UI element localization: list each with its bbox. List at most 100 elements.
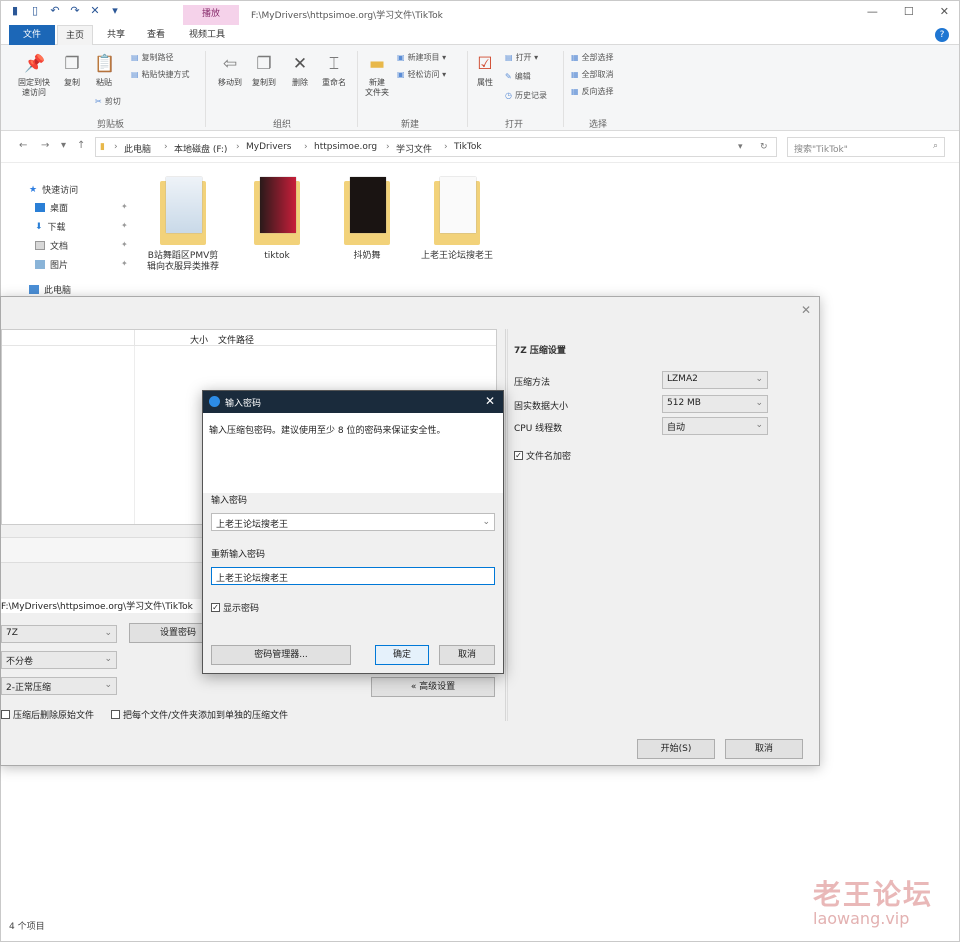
delete-button[interactable]: ✕ 删除 bbox=[285, 53, 315, 88]
edit-button[interactable]: ✎ 编辑 bbox=[505, 72, 531, 82]
password-value: 上老王论坛搜老王 bbox=[216, 574, 289, 584]
tab-share[interactable]: 共享 bbox=[99, 25, 133, 45]
column-size[interactable]: 大小 bbox=[190, 333, 208, 346]
dict-label: 固实数据大小 bbox=[514, 402, 569, 412]
encrypt-names-checkbox[interactable]: ✓ 文件名加密 bbox=[514, 449, 571, 462]
move-to-button[interactable]: ⇦ 移动到 bbox=[213, 53, 247, 88]
chevron-down-icon[interactable]: ▾ bbox=[738, 142, 743, 152]
cut-label: 剪切 bbox=[104, 97, 121, 106]
redo-icon[interactable]: ↷ bbox=[69, 5, 81, 17]
set-password-button[interactable]: 设置密码 bbox=[129, 623, 203, 643]
copy-button[interactable]: ❐ 复制 bbox=[59, 53, 85, 88]
properties-button[interactable]: ☑ 属性 bbox=[471, 53, 499, 88]
folder-item[interactable]: 抖奶舞 bbox=[331, 177, 403, 262]
reenter-password-input[interactable]: 上老王论坛搜老王 bbox=[211, 567, 495, 585]
password-input[interactable]: 上老王论坛搜老王 ⌄ bbox=[211, 513, 495, 531]
desktop-icon bbox=[35, 203, 45, 212]
tab-view[interactable]: 查看 bbox=[139, 25, 173, 45]
up-arrow-icon[interactable]: ↑ bbox=[77, 140, 85, 151]
breadcrumb-drive[interactable]: 本地磁盘 (F:) bbox=[174, 142, 227, 155]
paste-button[interactable]: 📋 粘贴 bbox=[91, 53, 117, 88]
delete-after-checkbox[interactable]: 压缩后删除原始文件 bbox=[1, 708, 94, 721]
search-box[interactable]: 搜索"TikTok" ⌕ bbox=[787, 137, 945, 157]
invert-selection-button[interactable]: ▦ 反向选择 bbox=[571, 87, 614, 97]
format-select[interactable]: 7Z ⌄ bbox=[1, 625, 117, 643]
ok-button[interactable]: 确定 bbox=[375, 645, 429, 665]
password-manager-button[interactable]: 密码管理器... bbox=[211, 645, 351, 665]
level-select[interactable]: 2-正常压缩 ⌄ bbox=[1, 677, 117, 695]
tab-video-tools[interactable]: 视频工具 bbox=[181, 25, 233, 45]
nav-item-documents[interactable]: 文档 bbox=[35, 239, 68, 252]
method-select[interactable]: LZMA2 ⌄ bbox=[662, 371, 768, 389]
cancel-button[interactable]: 取消 bbox=[725, 739, 803, 759]
nav-item-desktop[interactable]: 桌面 bbox=[35, 201, 68, 214]
paste-shortcut-button[interactable]: ▤ 粘贴快捷方式 bbox=[131, 70, 190, 80]
copy-path-button[interactable]: ▤ 复制路径 bbox=[131, 53, 174, 63]
archive-path[interactable]: F:\MyDrivers\httpsimoe.org\学习文件\TikTok bbox=[1, 599, 201, 613]
checkbox-label: 压缩后删除原始文件 bbox=[13, 711, 95, 721]
undo-icon[interactable]: ↶ bbox=[49, 5, 61, 17]
select-none-button[interactable]: ▦ 全部取消 bbox=[571, 70, 614, 80]
breadcrumb-httpsimoe[interactable]: httpsimoe.org bbox=[314, 142, 377, 152]
select-all-button[interactable]: ▦ 全部选择 bbox=[571, 53, 614, 63]
folder-item[interactable]: tiktok bbox=[241, 177, 313, 262]
cut-button[interactable]: ✂ 剪切 bbox=[95, 97, 121, 107]
tab-file[interactable]: 文件 bbox=[9, 25, 55, 45]
nav-this-pc[interactable]: 此电脑 bbox=[29, 283, 71, 296]
minimize-button[interactable]: — bbox=[867, 5, 878, 18]
maximize-button[interactable]: ☐ bbox=[904, 5, 914, 18]
chevron-down-icon[interactable]: ⌄ bbox=[482, 517, 490, 527]
easy-access-label: 轻松访问 ▾ bbox=[407, 70, 447, 79]
close-icon[interactable]: ✕ bbox=[485, 394, 495, 408]
start-button[interactable]: 开始(S) bbox=[637, 739, 715, 759]
split-select[interactable]: 不分卷 ⌄ bbox=[1, 651, 117, 669]
history-icon: ◷ bbox=[505, 91, 512, 100]
dict-value: 512 MB bbox=[667, 398, 701, 408]
dict-select[interactable]: 512 MB ⌄ bbox=[662, 395, 768, 413]
back-arrow-icon[interactable]: ← bbox=[19, 140, 27, 151]
nav-quick-access[interactable]: ★ 快速访问 bbox=[29, 183, 78, 197]
forward-arrow-icon[interactable]: → bbox=[41, 140, 49, 151]
separate-archives-checkbox[interactable]: 把每个文件/文件夹添加到单独的压缩文件 bbox=[111, 708, 288, 721]
nav-item-pictures[interactable]: 图片 bbox=[35, 258, 68, 271]
nav-item-downloads[interactable]: ⬇ 下载 bbox=[35, 220, 66, 234]
delete-icon[interactable]: ✕ bbox=[89, 5, 101, 17]
copy-to-button[interactable]: ❐ 复制到 bbox=[247, 53, 281, 88]
properties-icon[interactable]: ▯ bbox=[29, 5, 41, 17]
breadcrumb-tiktok[interactable]: TikTok bbox=[454, 142, 482, 152]
breadcrumb-study[interactable]: 学习文件 bbox=[396, 142, 432, 155]
rename-button[interactable]: ⌶ 重命名 bbox=[317, 53, 351, 88]
advanced-settings-button[interactable]: « 高级设置 bbox=[371, 677, 495, 697]
threads-select[interactable]: 自动 ⌄ bbox=[662, 417, 768, 435]
group-organize-label: 组织 bbox=[273, 120, 292, 130]
chevron-right-icon: › bbox=[304, 142, 308, 152]
context-tab-play[interactable]: 播放 bbox=[183, 5, 239, 25]
close-icon[interactable]: ✕ bbox=[801, 303, 811, 317]
help-icon[interactable]: ? bbox=[935, 28, 949, 42]
reenter-password-label: 重新输入密码 bbox=[211, 550, 266, 560]
folder-name: 上老王论坛搜老王 bbox=[421, 251, 494, 261]
folder-item[interactable]: 上老王论坛搜老王 bbox=[421, 177, 494, 262]
easy-access-button[interactable]: ▣ 轻松访问 ▾ bbox=[397, 70, 446, 80]
close-button[interactable]: ✕ bbox=[940, 5, 949, 18]
address-box[interactable]: ▮ › 此电脑 › 本地磁盘 (F:) › MyDrivers › httpsi… bbox=[95, 137, 777, 157]
show-password-checkbox[interactable]: ✓ 显示密码 bbox=[211, 601, 259, 614]
column-path[interactable]: 文件路径 bbox=[218, 333, 254, 346]
pin-quick-access-button[interactable]: 📌 固定到快 速访问 bbox=[13, 53, 55, 98]
refresh-icon[interactable]: ↻ bbox=[760, 142, 768, 152]
chevron-down-icon[interactable]: ▾ bbox=[109, 5, 121, 17]
tab-home[interactable]: 主页 bbox=[57, 25, 94, 45]
column-divider bbox=[134, 330, 135, 346]
breadcrumb-this-pc[interactable]: 此电脑 bbox=[124, 142, 151, 155]
copy-path-icon: ▤ bbox=[131, 53, 139, 62]
folder-name: 抖奶舞 bbox=[353, 251, 381, 261]
new-folder-button[interactable]: ▬ 新建 文件夹 bbox=[361, 53, 393, 98]
recent-chevron-icon[interactable]: ▾ bbox=[61, 140, 66, 151]
ribbon-tabs: 文件 主页 共享 查看 视频工具 ? bbox=[1, 25, 959, 45]
history-button[interactable]: ◷ 历史记录 bbox=[505, 91, 547, 101]
open-button[interactable]: ▤ 打开 ▾ bbox=[505, 53, 538, 63]
breadcrumb-mydrivers[interactable]: MyDrivers bbox=[246, 142, 291, 152]
folder-item[interactable]: B站舞蹈区PMV剪辑向衣服异类推荐 bbox=[147, 177, 219, 273]
new-item-button[interactable]: ▣ 新建项目 ▾ bbox=[397, 53, 446, 63]
cancel-button[interactable]: 取消 bbox=[439, 645, 495, 665]
